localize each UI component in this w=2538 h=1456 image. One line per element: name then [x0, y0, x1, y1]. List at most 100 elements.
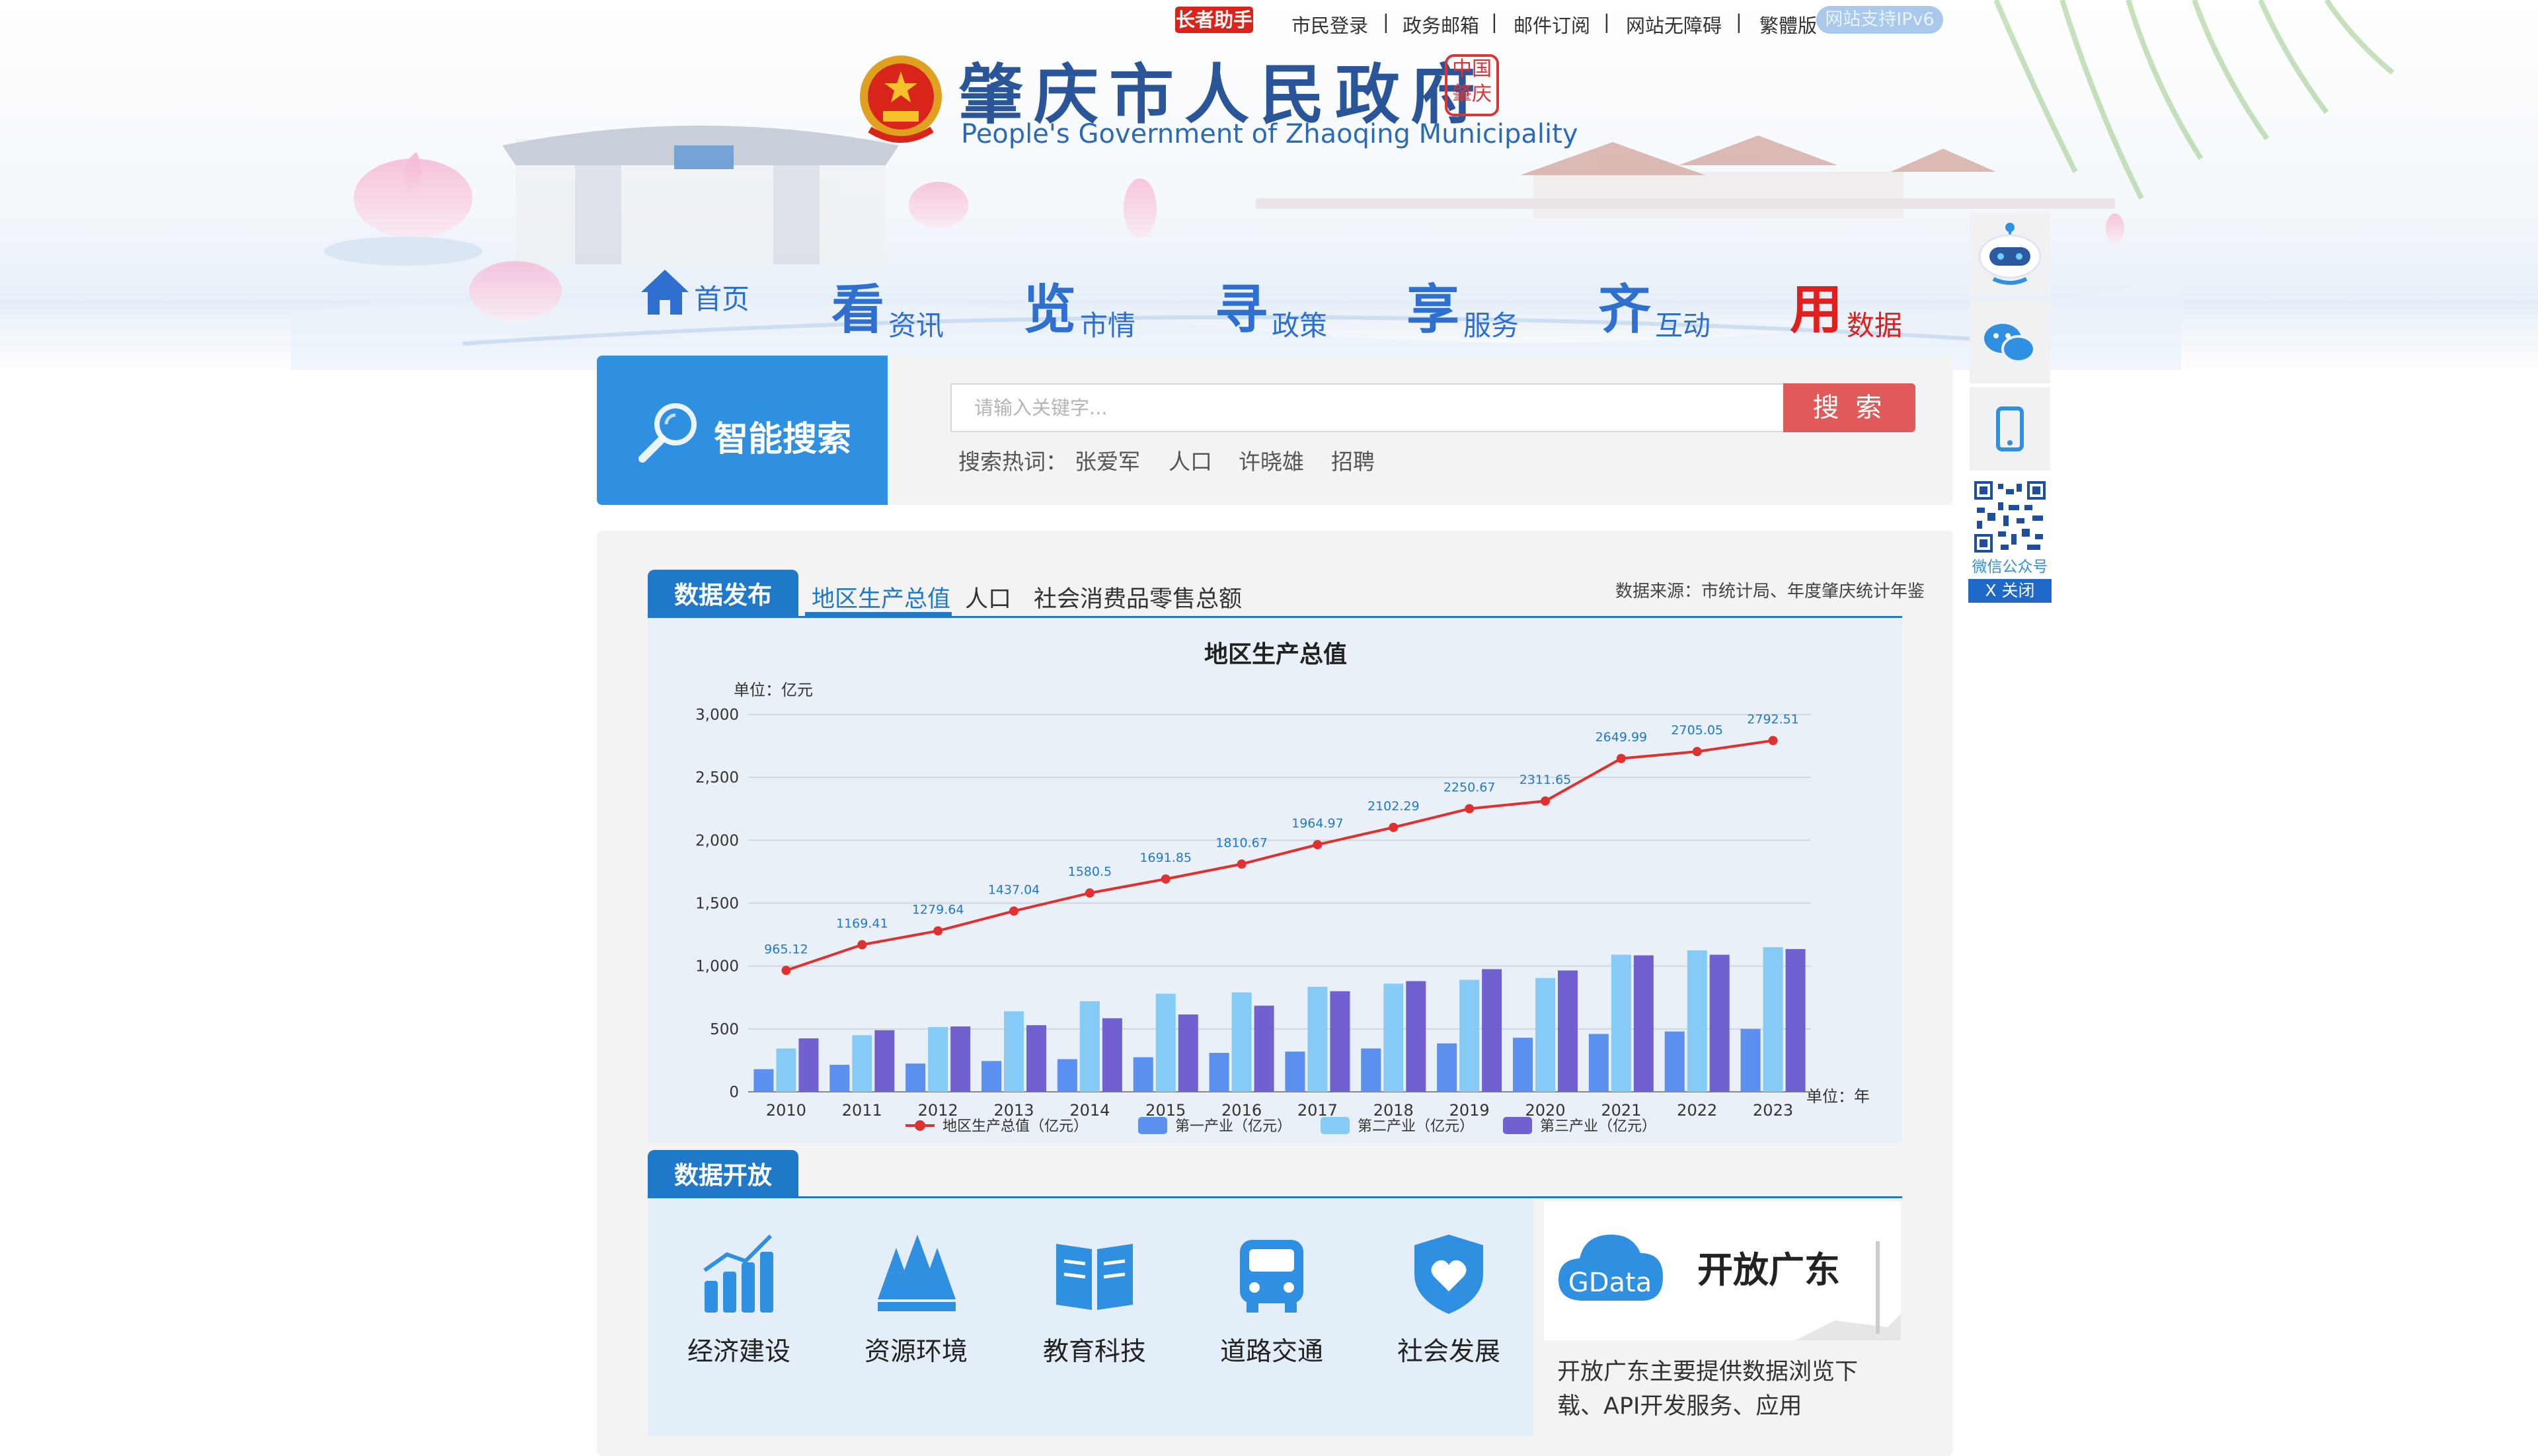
nav-city-info-label: 市情 — [1080, 309, 1136, 342]
nav-data[interactable]: 用数据 — [1790, 267, 1902, 342]
close-sidebar-button[interactable]: X 关闭 — [1968, 579, 2052, 603]
data-label: 1580.5 — [1068, 864, 1112, 879]
bar — [1209, 1052, 1229, 1092]
hot-word-link[interactable]: 招聘 — [1331, 444, 1375, 476]
x-tick-label: 2021 — [1601, 1101, 1641, 1120]
gdp-chart: 地区生产总值 单位：亿元 单位：年 0 500 1,000 1,500 2,000 2,5… — [695, 641, 1870, 1135]
ipv6-badge: 网站支持IPv6 — [1816, 6, 1943, 34]
category-society[interactable]: 社会发展 — [1383, 1228, 1515, 1368]
wechat-account-label: 微信公众号 — [1972, 558, 2048, 576]
x-tick-label: 2014 — [1069, 1101, 1110, 1120]
legend-label: 第三产业（亿元） — [1540, 1118, 1656, 1135]
y-tick-label: 2,000 — [695, 832, 739, 849]
bar — [852, 1035, 872, 1092]
nav-news[interactable]: 看资讯 — [831, 267, 944, 342]
hot-word-link[interactable]: 张爱军 — [1075, 444, 1140, 476]
bar — [928, 1026, 948, 1092]
nav-service[interactable]: 享服务 — [1406, 267, 1519, 342]
search-input[interactable] — [950, 383, 1785, 432]
data-label: 1437.04 — [988, 882, 1040, 897]
nav-data-label: 数据 — [1847, 309, 1903, 342]
data-label: 1169.41 — [836, 916, 888, 931]
category-environment[interactable]: 资源环境 — [850, 1228, 982, 1368]
x-tick-label: 2020 — [1525, 1101, 1565, 1120]
wechat-icon — [1984, 324, 2036, 363]
bar — [1330, 991, 1350, 1092]
category-education[interactable]: 教育科技 — [1028, 1228, 1161, 1368]
bar — [1588, 1034, 1609, 1092]
data-label: 2250.67 — [1443, 781, 1496, 795]
hot-word-link[interactable]: 许晓雄 — [1239, 444, 1304, 476]
nav-home-label: 首页 — [694, 283, 750, 315]
x-tick-label: 2011 — [842, 1101, 882, 1120]
data-label: 2649.99 — [1596, 730, 1648, 745]
elder-assistant-button[interactable]: 长者助手 — [1175, 7, 1253, 33]
bar — [1513, 1038, 1533, 1092]
data-point — [1692, 747, 1702, 757]
accessibility-link[interactable]: 网站无障碍 — [1626, 11, 1722, 38]
category-economy[interactable]: 经济建设 — [673, 1228, 805, 1368]
data-point — [933, 926, 943, 936]
bar — [776, 1048, 796, 1092]
mobile-phone-icon — [1996, 406, 2024, 451]
citizen-login-link[interactable]: 市民登录 — [1291, 11, 1368, 38]
robot-icon — [1978, 223, 2042, 285]
traditional-chinese-link[interactable]: 繁體版 — [1759, 11, 1817, 38]
bar-chart-icon — [703, 1234, 773, 1313]
data-publish-header: 数据发布 — [648, 570, 798, 617]
data-label: 2705.05 — [1671, 723, 1723, 738]
data-label: 1964.97 — [1291, 816, 1344, 831]
category-transport[interactable]: 道路交通 — [1206, 1228, 1338, 1368]
nav-service-label: 服务 — [1463, 309, 1519, 342]
search-button[interactable]: 搜 索 — [1783, 383, 1915, 432]
mail-subscribe-link[interactable]: 邮件订阅 — [1514, 11, 1590, 38]
y-tick-label: 500 — [710, 1021, 739, 1038]
nav-policy[interactable]: 寻政策 — [1215, 267, 1327, 342]
gdata-logo: GData 开放广东 — [1558, 1235, 1901, 1340]
willow-illustration — [1993, 0, 2395, 200]
legend-marker — [915, 1120, 925, 1131]
category-label: 经济建设 — [687, 1337, 790, 1367]
robot-assistant-button[interactable] — [1970, 213, 2050, 296]
data-label: 2311.65 — [1519, 773, 1572, 787]
x-tick-label: 2017 — [1297, 1101, 1338, 1120]
nav-city-info[interactable]: 览市情 — [1023, 267, 1135, 342]
tab-retail-sales[interactable]: 社会消费品零售总额 — [1034, 580, 1242, 614]
wechat-button[interactable] — [1970, 300, 2050, 383]
data-label: 1279.64 — [912, 902, 964, 917]
bar — [1133, 1057, 1153, 1092]
y-tick-label: 1,000 — [695, 958, 739, 976]
category-label: 资源环境 — [864, 1337, 968, 1367]
toolbar-separator: | — [1383, 11, 1389, 33]
bar — [1155, 993, 1176, 1092]
hot-word-link[interactable]: 人口 — [1169, 444, 1212, 476]
x-tick-label: 2016 — [1221, 1101, 1262, 1120]
x-tick-label: 2022 — [1677, 1101, 1717, 1120]
legend-label: 第二产业（亿元） — [1358, 1118, 1474, 1135]
tab-population[interactable]: 人口 — [965, 580, 1011, 614]
mobile-button[interactable] — [1970, 387, 2050, 471]
y-tick-label: 1,500 — [695, 896, 739, 913]
nav-interaction[interactable]: 齐互动 — [1598, 267, 1711, 342]
x-tick-label: 2018 — [1373, 1101, 1414, 1120]
gov-mailbox-link[interactable]: 政务邮箱 — [1403, 11, 1479, 38]
tab-gdp[interactable]: 地区生产总值 — [812, 580, 950, 614]
x-tick-label: 2012 — [918, 1101, 958, 1120]
data-label: 2102.29 — [1367, 799, 1420, 814]
nav-home[interactable]: 首页 — [640, 267, 750, 333]
data-source-note: 数据来源：市统计局、年度肇庆统计年鉴 — [1615, 582, 1925, 601]
nav-city-info-glyph: 览 — [1023, 278, 1076, 340]
data-point — [1313, 840, 1323, 850]
bar — [1763, 947, 1783, 1092]
data-point — [1237, 859, 1247, 869]
toolbar-separator: | — [1736, 11, 1742, 33]
bar — [905, 1063, 926, 1092]
bar — [1482, 969, 1502, 1092]
gdata-card[interactable]: GData 开放广东 — [1544, 1202, 1901, 1340]
data-point — [1465, 804, 1475, 814]
data-point — [1389, 822, 1399, 832]
nav-news-glyph: 看 — [831, 278, 884, 340]
nav-interaction-glyph: 齐 — [1598, 278, 1651, 340]
y-axis-unit-label: 单位：亿元 — [734, 681, 813, 699]
gdata-description: 开放广东主要提供数据浏览下载、API开发服务、应用 — [1557, 1359, 1859, 1420]
